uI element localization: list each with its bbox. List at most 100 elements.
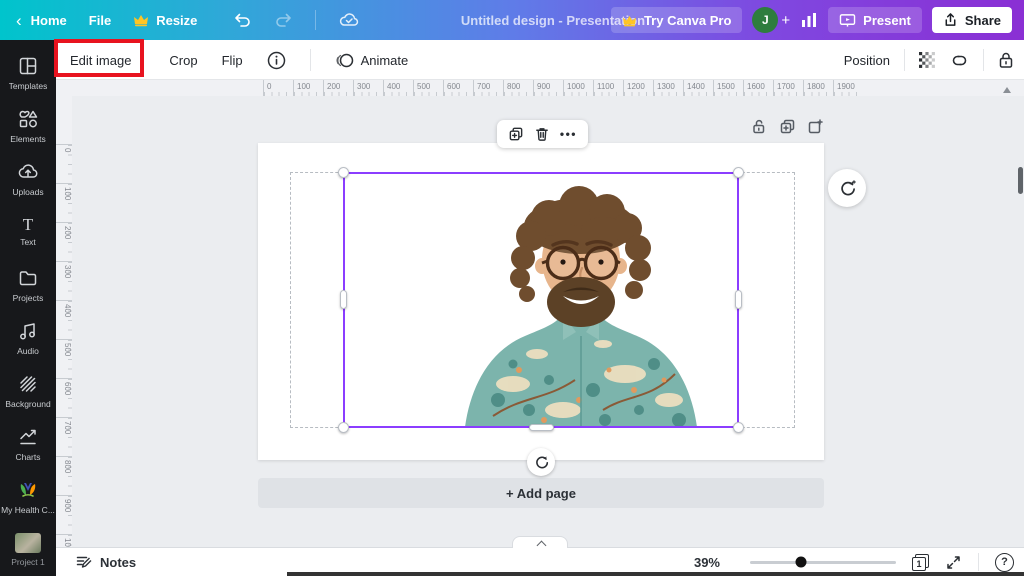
ruler-label-v: 300 — [56, 261, 72, 300]
crop-button[interactable]: Crop — [169, 53, 197, 68]
sidebar-item-label: Text — [20, 237, 36, 247]
sidebar-item-project-1[interactable]: Project 1 — [0, 523, 56, 576]
avatar[interactable]: J — [752, 7, 778, 33]
delete-trash-icon[interactable] — [534, 126, 550, 142]
unlock-icon[interactable] — [751, 118, 768, 135]
duplicate-page-icon[interactable] — [779, 118, 796, 135]
zoom-slider-thumb[interactable] — [796, 557, 807, 568]
ruler-label-h: 600 — [443, 80, 473, 96]
top-bar: ‹ Home File Resize Untitled design - Pre… — [0, 0, 1024, 40]
lock-icon[interactable] — [998, 51, 1014, 69]
undo-icon[interactable] — [233, 11, 252, 29]
ruler-label-h: 1300 — [653, 80, 683, 96]
present-button[interactable]: Present — [828, 7, 922, 33]
try-canva-pro-button[interactable]: Try Canva Pro — [611, 7, 742, 33]
zoom-level: 39% — [694, 555, 720, 570]
ruler-label-v: 100 — [56, 183, 72, 222]
animate-icon — [335, 52, 354, 69]
flip-button[interactable]: Flip — [222, 53, 243, 68]
resize-handle-bottom-left[interactable] — [338, 422, 349, 433]
sidebar-item-uploads[interactable]: Uploads — [0, 152, 56, 205]
duplicate-icon[interactable] — [508, 126, 524, 142]
canva-app: { "top_bar": { "back": "‹", "home": "Hom… — [0, 0, 1024, 576]
back-chevron-icon: ‹ — [16, 12, 22, 29]
templates-icon — [17, 55, 39, 77]
projects-folder-icon — [17, 267, 39, 289]
sidebar-item-audio[interactable]: Audio — [0, 311, 56, 364]
transparency-icon[interactable] — [919, 52, 936, 69]
position-button[interactable]: Position — [844, 53, 890, 68]
link-icon[interactable] — [950, 52, 969, 69]
ruler-label-v: 900 — [56, 495, 72, 534]
toolbar-divider — [904, 49, 905, 71]
ruler-label-v: 200 — [56, 222, 72, 261]
ruler-label-v: 500 — [56, 339, 72, 378]
file-menu-button[interactable]: File — [89, 13, 111, 28]
page-number: 1 — [912, 557, 926, 571]
insights-chart-icon[interactable] — [800, 11, 818, 29]
ruler-label-v: 400 — [56, 300, 72, 339]
ruler-label-h: 0 — [263, 80, 293, 96]
sidebar-item-charts[interactable]: Charts — [0, 417, 56, 470]
share-button[interactable]: Share — [932, 7, 1012, 33]
resize-handle-right[interactable] — [735, 290, 742, 309]
project-thumbnail — [15, 533, 41, 553]
sidebar-item-background[interactable]: Background — [0, 364, 56, 417]
notes-icon — [75, 554, 92, 570]
add-page-icon[interactable] — [807, 118, 824, 135]
info-icon[interactable] — [267, 51, 286, 70]
sidebar-item-label: Charts — [15, 452, 40, 462]
sidebar-item-label: Background — [5, 399, 50, 409]
sidebar: Templates Elements Uploads T Text Projec… — [0, 40, 56, 576]
redo-icon[interactable] — [274, 11, 293, 29]
help-button[interactable]: ? — [995, 553, 1014, 572]
collapse-bottom-panel-tab[interactable] — [512, 536, 568, 548]
vertical-scrollbar-thumb[interactable] — [1018, 167, 1023, 194]
uploads-icon — [17, 161, 39, 183]
animate-button[interactable]: Animate — [335, 52, 409, 69]
sidebar-item-elements[interactable]: Elements — [0, 99, 56, 152]
ruler-label-v: 600 — [56, 378, 72, 417]
ruler-label-h: 1700 — [773, 80, 803, 96]
home-button[interactable]: ‹ Home — [16, 12, 67, 29]
sidebar-item-my-health[interactable]: My Health C... — [0, 470, 56, 523]
resize-handle-left[interactable] — [340, 290, 347, 309]
bottom-bar-right: 39% 1 ? — [694, 553, 1014, 572]
resize-handle-bottom[interactable] — [529, 424, 554, 431]
ruler-corner — [56, 80, 72, 96]
zoom-slider[interactable] — [750, 561, 896, 564]
resize-handle-top-left[interactable] — [338, 167, 349, 178]
page-indicator[interactable]: 1 — [912, 554, 929, 571]
sidebar-item-label: Templates — [9, 81, 48, 91]
sidebar-item-text[interactable]: T Text — [0, 205, 56, 258]
replace-rotate-button[interactable] — [828, 169, 866, 207]
ruler-label-v: 0 — [56, 144, 72, 183]
element-floating-toolbar: ••• — [497, 120, 588, 148]
top-bar-right: Try Canva Pro J + Present Share — [611, 0, 1012, 40]
ruler-label-h: 700 — [473, 80, 503, 96]
selection-box[interactable] — [343, 172, 739, 428]
edit-image-button[interactable]: Edit image — [70, 53, 131, 68]
sidebar-item-projects[interactable]: Projects — [0, 258, 56, 311]
ruler-label-h: 1500 — [713, 80, 743, 96]
invite-plus-icon[interactable]: + — [781, 12, 790, 29]
ruler-label-h: 900 — [533, 80, 563, 96]
add-page-button[interactable]: + Add page — [258, 478, 824, 508]
fullscreen-icon[interactable] — [945, 554, 962, 571]
ruler-label-h: 1000 — [563, 80, 593, 96]
resize-handle-bottom-right[interactable] — [733, 422, 744, 433]
elements-icon — [17, 108, 39, 130]
charts-icon — [17, 426, 39, 448]
notes-button[interactable]: Notes — [75, 554, 136, 570]
rotate-button[interactable] — [527, 448, 555, 476]
bottom-bar-divider — [978, 553, 979, 571]
sidebar-item-label: Audio — [17, 346, 39, 356]
more-options-icon[interactable]: ••• — [560, 128, 577, 140]
resize-button[interactable]: Resize — [133, 13, 197, 28]
ruler-label-h: 300 — [353, 80, 383, 96]
sidebar-item-templates[interactable]: Templates — [0, 46, 56, 99]
top-bar-left: ‹ Home File Resize — [16, 0, 360, 40]
crown-icon — [622, 14, 637, 27]
resize-handle-top-right[interactable] — [733, 167, 744, 178]
ruler-label-h: 100 — [293, 80, 323, 96]
